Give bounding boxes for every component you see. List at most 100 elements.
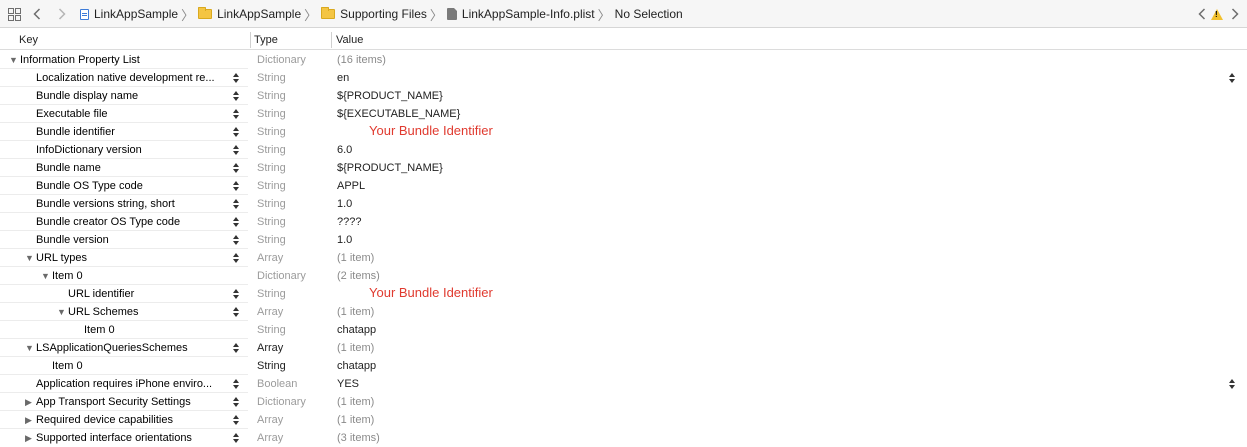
row-type: String	[257, 72, 286, 84]
row-type: Array	[257, 342, 284, 354]
row-key: URL Schemes	[68, 306, 139, 318]
key-stepper-icon[interactable]	[233, 199, 240, 210]
row-key: Bundle versions string, short	[36, 198, 175, 210]
table-row[interactable]: ▶ Required device capabilities Array (1 …	[0, 411, 1247, 429]
row-value: (1 item)	[337, 342, 375, 354]
table-row[interactable]: Bundle name String ${PRODUCT_NAME}	[0, 159, 1247, 177]
breadcrumb-file-label: LinkAppSample-Info.plist	[461, 7, 595, 21]
column-divider[interactable]	[331, 32, 332, 48]
breadcrumb-separator-icon: 〉	[304, 7, 318, 23]
table-row[interactable]: URL identifier String Your Bundle Identi…	[0, 285, 1247, 303]
breadcrumb-project-label: LinkAppSample	[94, 7, 179, 21]
breadcrumb-group[interactable]: LinkAppSample	[198, 0, 301, 28]
breadcrumb-selection[interactable]: No Selection	[615, 0, 683, 28]
table-row[interactable]: Bundle identifier String Your Bundle Ide…	[0, 123, 1247, 141]
key-stepper-icon[interactable]	[233, 109, 240, 120]
row-value[interactable]: chatapp	[337, 321, 1197, 339]
breadcrumb-supporting-files[interactable]: Supporting Files	[321, 0, 427, 28]
back-button[interactable]	[33, 0, 41, 28]
key-stepper-icon[interactable]	[233, 181, 240, 192]
row-type: String	[257, 108, 286, 120]
row-value: (2 items)	[337, 270, 380, 282]
row-value[interactable]: ${PRODUCT_NAME}	[337, 159, 1197, 177]
table-row[interactable]: Bundle display name String ${PRODUCT_NAM…	[0, 87, 1247, 105]
row-type: String	[257, 144, 286, 156]
breadcrumb-supporting-files-label: Supporting Files	[340, 7, 427, 21]
key-stepper-icon[interactable]	[233, 415, 240, 426]
key-stepper-icon[interactable]	[233, 253, 240, 264]
breadcrumb-file[interactable]: LinkAppSample-Info.plist	[446, 0, 595, 28]
previous-issue-button[interactable]	[1198, 0, 1206, 28]
row-key: Item 0	[52, 270, 83, 282]
next-issue-button[interactable]	[1231, 0, 1239, 28]
table-row[interactable]: Application requires iPhone enviro... Bo…	[0, 375, 1247, 393]
row-value[interactable]: 6.0	[337, 141, 1197, 159]
table-row[interactable]: InfoDictionary version String 6.0	[0, 141, 1247, 159]
row-value: (1 item)	[337, 396, 375, 408]
key-stepper-icon[interactable]	[233, 235, 240, 246]
column-header: Key Type Value	[0, 30, 1247, 50]
table-row[interactable]: Executable file String ${EXECUTABLE_NAME…	[0, 105, 1247, 123]
key-stepper-icon[interactable]	[233, 145, 240, 156]
row-value[interactable]: en	[337, 69, 1197, 87]
key-stepper-icon[interactable]	[233, 343, 240, 354]
project-file-icon	[80, 8, 89, 20]
row-value[interactable]: ${PRODUCT_NAME}	[337, 87, 1197, 105]
column-divider[interactable]	[250, 32, 251, 48]
breadcrumb-selection-label: No Selection	[614, 7, 683, 21]
key-stepper-icon[interactable]	[233, 379, 240, 390]
table-row[interactable]: Bundle version String 1.0	[0, 231, 1247, 249]
related-items-button[interactable]	[8, 0, 21, 28]
row-value[interactable]: ????	[337, 213, 1197, 231]
table-row[interactable]: ▼ Information Property List Dictionary (…	[0, 51, 1247, 69]
row-key: Item 0	[84, 324, 115, 336]
key-stepper-icon[interactable]	[233, 397, 240, 408]
row-type: Array	[257, 252, 284, 264]
key-stepper-icon[interactable]	[233, 127, 240, 138]
table-row[interactable]: Item 0 String chatapp	[0, 357, 1247, 375]
row-type: String	[257, 198, 286, 210]
table-row[interactable]: Bundle creator OS Type code String ????	[0, 213, 1247, 231]
key-stepper-icon[interactable]	[233, 73, 240, 84]
row-value: (1 item)	[337, 414, 375, 426]
breadcrumb-separator-icon: 〉	[181, 7, 195, 23]
table-row[interactable]: ▶ App Transport Security Settings Dictio…	[0, 393, 1247, 411]
table-row[interactable]: ▶ Supported interface orientations Array…	[0, 429, 1247, 447]
row-type: String	[257, 162, 286, 174]
issue-warning-button[interactable]: !	[1211, 0, 1223, 28]
value-stepper-icon[interactable]	[1229, 73, 1236, 84]
row-type: Dictionary	[257, 54, 306, 66]
row-value[interactable]: ${EXECUTABLE_NAME}	[337, 105, 1197, 123]
table-row[interactable]: Localization native development re... St…	[0, 69, 1247, 87]
value-column-header[interactable]: Value	[336, 30, 363, 50]
row-type: Array	[257, 432, 284, 444]
table-row[interactable]: Bundle versions string, short String 1.0	[0, 195, 1247, 213]
value-stepper-icon[interactable]	[1229, 379, 1236, 390]
forward-button[interactable]	[58, 0, 66, 28]
row-value[interactable]: 1.0	[337, 231, 1197, 249]
table-row[interactable]: ▼ Item 0 Dictionary (2 items)	[0, 267, 1247, 285]
key-stepper-icon[interactable]	[233, 433, 240, 444]
row-key: Executable file	[36, 108, 108, 120]
row-value[interactable]: chatapp	[337, 357, 1197, 375]
key-stepper-icon[interactable]	[233, 289, 240, 300]
table-row[interactable]: Bundle OS Type code String APPL	[0, 177, 1247, 195]
table-row[interactable]: ▼ LSApplicationQueriesSchemes Array (1 i…	[0, 339, 1247, 357]
table-row[interactable]: Item 0 String chatapp	[0, 321, 1247, 339]
key-stepper-icon[interactable]	[233, 217, 240, 228]
row-value[interactable]: APPL	[337, 177, 1197, 195]
row-value: (1 item)	[337, 252, 375, 264]
type-column-header[interactable]: Type	[254, 30, 278, 50]
table-row[interactable]: ▼ URL Schemes Array (1 item)	[0, 303, 1247, 321]
row-key: Application requires iPhone enviro...	[36, 378, 213, 390]
row-value[interactable]: YES	[337, 375, 1197, 393]
row-key: Bundle name	[36, 162, 101, 174]
key-stepper-icon[interactable]	[233, 91, 240, 102]
table-row[interactable]: ▼ URL types Array (1 item)	[0, 249, 1247, 267]
row-value[interactable]: 1.0	[337, 195, 1197, 213]
row-type: Boolean	[257, 378, 298, 390]
key-stepper-icon[interactable]	[233, 163, 240, 174]
key-stepper-icon[interactable]	[233, 307, 240, 318]
breadcrumb-project[interactable]: LinkAppSample	[80, 0, 178, 28]
key-column-header[interactable]: Key	[19, 30, 38, 50]
